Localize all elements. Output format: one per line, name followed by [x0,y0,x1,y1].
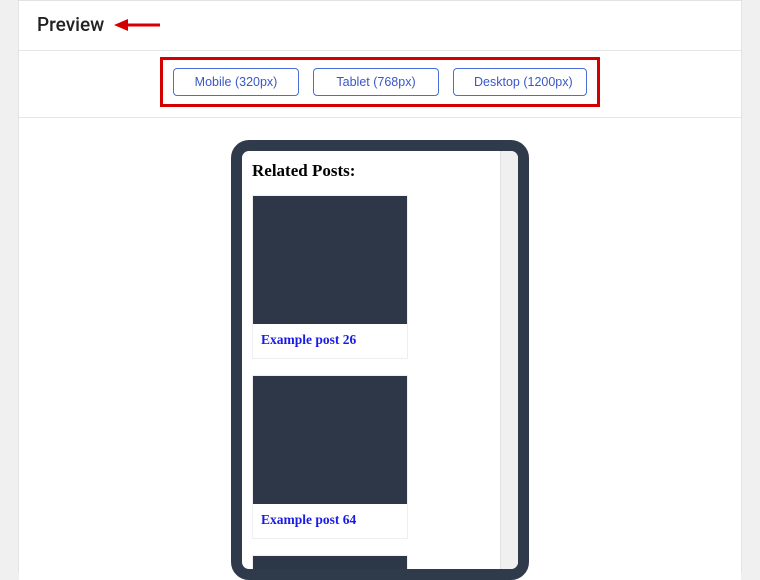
post-thumbnail [253,376,407,504]
post-thumbnail [253,556,407,569]
post-card: Example post 26 [252,195,408,359]
preview-panel: Preview Mobile (320px) Tablet (768px) De… [18,0,742,573]
viewport-button-bar: Mobile (320px) Tablet (768px) Desktop (1… [160,57,600,107]
post-title-link[interactable]: Example post 64 [253,504,407,538]
mobile-viewport-button[interactable]: Mobile (320px) [173,68,299,96]
arrow-left-icon [114,15,162,35]
panel-body: Mobile (320px) Tablet (768px) Desktop (1… [19,50,741,580]
post-card: Example post 64 [252,375,408,539]
post-card [252,555,408,569]
device-viewport[interactable]: Related Posts: Example post 26 Example p… [242,151,500,569]
preview-stage: Related Posts: Example post 26 Example p… [19,118,741,580]
tablet-viewport-button[interactable]: Tablet (768px) [313,68,439,96]
scrollbar[interactable] [500,151,518,569]
desktop-viewport-button[interactable]: Desktop (1200px) [453,68,587,96]
device-frame: Related Posts: Example post 26 Example p… [231,140,529,580]
panel-header: Preview [19,1,741,50]
post-thumbnail [253,196,407,324]
panel-title: Preview [37,13,104,36]
related-posts-heading: Related Posts: [252,161,490,181]
post-title-link[interactable]: Example post 26 [253,324,407,358]
